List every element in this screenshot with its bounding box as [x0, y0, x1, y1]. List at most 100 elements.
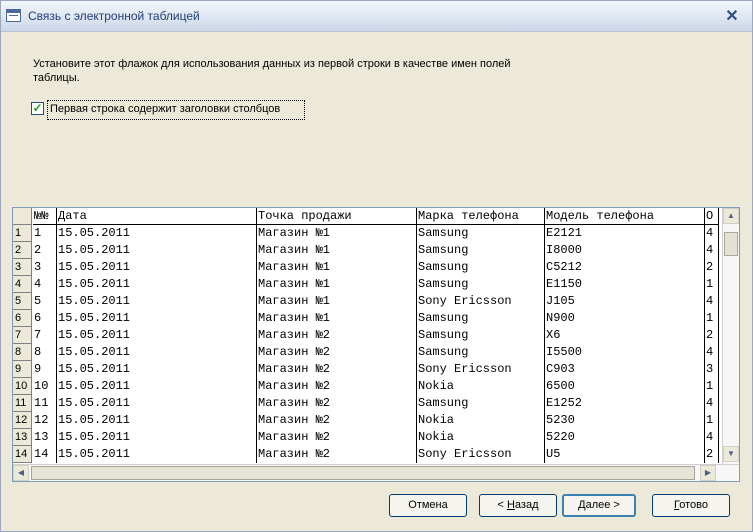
back-button[interactable]: < Назад [479, 494, 557, 517]
horizontal-scroll-thumb[interactable] [31, 466, 695, 480]
table-cell: Магазин №2 [257, 412, 417, 429]
row-header[interactable]: 5 [13, 293, 32, 310]
close-icon[interactable]: ✕ [722, 7, 742, 26]
table-cell: Samsung [417, 395, 545, 412]
table-row[interactable]: 6 6 15.05.2011 Магазин №1 Samsung N900 1 [13, 310, 719, 327]
table-cell: Магазин №2 [257, 344, 417, 361]
row-header[interactable]: 3 [13, 259, 32, 276]
table-row[interactable]: 14 14 15.05.2011 Магазин №2 Sony Ericsson U5 2 [13, 446, 719, 463]
back-hotkey: Н [506, 499, 515, 511]
link-spreadsheet-dialog: Связь с электронной таблицей ✕ Установит… [0, 0, 753, 532]
table-cell: Магазин №1 [257, 242, 417, 259]
table-row[interactable]: 2 2 15.05.2011 Магазин №1 Samsung I8000 4 [13, 242, 719, 259]
table-cell: Магазин №2 [257, 446, 417, 463]
column-header-col-model[interactable]: Модель телефона [545, 208, 705, 225]
back-label: азад [514, 499, 539, 511]
table-cell: Nokia [417, 429, 545, 446]
table-cell: 4 [705, 242, 719, 259]
table-row[interactable]: 7 7 15.05.2011 Магазин №2 Samsung X6 2 [13, 327, 719, 344]
row-header[interactable]: 8 [13, 344, 32, 361]
table-cell: 10 [33, 378, 57, 395]
table-cell: 8 [33, 344, 57, 361]
table-row[interactable]: 10 10 15.05.2011 Магазин №2 Nokia 6500 1 [13, 378, 719, 395]
table-cell: 15.05.2011 [57, 242, 257, 259]
column-header-col-brand[interactable]: Марка телефона [417, 208, 545, 225]
row-header[interactable]: 7 [13, 327, 32, 344]
table-cell: 15.05.2011 [57, 395, 257, 412]
column-header-col-date[interactable]: Дата [57, 208, 257, 225]
next-button[interactable]: Далее > [562, 494, 636, 517]
row-header[interactable]: 4 [13, 276, 32, 293]
back-prefix: < [497, 499, 507, 511]
table-cell: Магазин №1 [257, 259, 417, 276]
table-row[interactable]: 9 9 15.05.2011 Магазин №2 Sony Ericsson C903 3 [13, 361, 719, 378]
vertical-scrollbar[interactable]: ▲ ▼ [722, 208, 739, 464]
table-cell: 2 [705, 259, 719, 276]
data-preview-grid[interactable]: №№ Дата Точка продажи Марка телефона Модель … [12, 207, 740, 482]
table-cell: 1 [33, 225, 57, 242]
table-cell: 4 [705, 344, 719, 361]
table-cell: 5 [33, 293, 57, 310]
table-cell: Sony Ericsson [417, 446, 545, 463]
scroll-up-icon[interactable]: ▲ [723, 208, 739, 224]
next-label: алее > [585, 499, 620, 511]
column-header-col-num[interactable]: №№ [33, 208, 57, 225]
table-row[interactable]: 5 5 15.05.2011 Магазин №1 Sony Ericsson J105 4 [13, 293, 719, 310]
scroll-down-icon[interactable]: ▼ [723, 446, 739, 462]
first-row-headers-checkbox[interactable]: ✓ [31, 102, 44, 115]
next-hotkey: Д [578, 499, 586, 511]
column-header-col-extra[interactable]: О [705, 208, 719, 225]
table-cell: Samsung [417, 225, 545, 242]
table-cell: Магазин №2 [257, 429, 417, 446]
vertical-scroll-thumb[interactable] [724, 232, 738, 256]
row-header[interactable]: 10 [13, 378, 32, 395]
table-cell: Магазин №1 [257, 293, 417, 310]
table-cell: 15.05.2011 [57, 378, 257, 395]
spreadsheet-icon [6, 9, 21, 22]
row-header[interactable]: 1 [13, 225, 32, 242]
table-row[interactable]: 4 4 15.05.2011 Магазин №1 Samsung E1150 1 [13, 276, 719, 293]
row-header[interactable]: 12 [13, 412, 32, 429]
table-cell: 3 [705, 361, 719, 378]
table-cell: Магазин №2 [257, 327, 417, 344]
table-cell: 11 [33, 395, 57, 412]
table-cell: 6500 [545, 378, 705, 395]
table-row[interactable]: 11 11 15.05.2011 Магазин №2 Samsung E1252 4 [13, 395, 719, 412]
table-cell: 15.05.2011 [57, 429, 257, 446]
table-cell: 2 [33, 242, 57, 259]
table-cell: 2 [705, 327, 719, 344]
table-cell: 1 [705, 378, 719, 395]
cancel-button[interactable]: Отмена [389, 494, 467, 517]
table-cell: 4 [705, 225, 719, 242]
row-header[interactable]: 9 [13, 361, 32, 378]
table-cell: 12 [33, 412, 57, 429]
finish-button[interactable]: Готово [652, 494, 730, 517]
table-row[interactable]: 1 1 15.05.2011 Магазин №1 Samsung E2121 4 [13, 225, 719, 242]
first-row-headers-label[interactable]: Первая строка содержит заголовки столбцо… [47, 100, 305, 120]
table-cell: Магазин №2 [257, 378, 417, 395]
table-cell: 15.05.2011 [57, 327, 257, 344]
table-cell: E1150 [545, 276, 705, 293]
row-header[interactable]: 11 [13, 395, 32, 412]
column-header-col-store[interactable]: Точка продажи [257, 208, 417, 225]
table-cell: 15.05.2011 [57, 310, 257, 327]
row-header[interactable]: 6 [13, 310, 32, 327]
table-row[interactable]: 8 8 15.05.2011 Магазин №2 Samsung I5500 4 [13, 344, 719, 361]
table-cell: Магазин №1 [257, 310, 417, 327]
table-row[interactable]: 12 12 15.05.2011 Магазин №2 Nokia 5230 1 [13, 412, 719, 429]
table-cell: Samsung [417, 242, 545, 259]
table-cell: 15.05.2011 [57, 446, 257, 463]
scroll-left-icon[interactable]: ◀ [13, 465, 29, 481]
table-row[interactable]: 3 3 15.05.2011 Магазин №1 Samsung C5212 2 [13, 259, 719, 276]
horizontal-scrollbar[interactable]: ◀ ▶ [13, 464, 739, 481]
table-cell: 15.05.2011 [57, 225, 257, 242]
table-cell: 1 [705, 412, 719, 429]
scroll-right-icon[interactable]: ▶ [700, 465, 716, 481]
table-cell: 15.05.2011 [57, 361, 257, 378]
row-header[interactable]: 2 [13, 242, 32, 259]
row-header[interactable]: 14 [13, 446, 32, 463]
row-header[interactable]: 13 [13, 429, 32, 446]
table-cell: Samsung [417, 310, 545, 327]
table-row[interactable]: 13 13 15.05.2011 Магазин №2 Nokia 5220 4 [13, 429, 719, 446]
title-bar[interactable]: Связь с электронной таблицей ✕ [1, 1, 752, 32]
